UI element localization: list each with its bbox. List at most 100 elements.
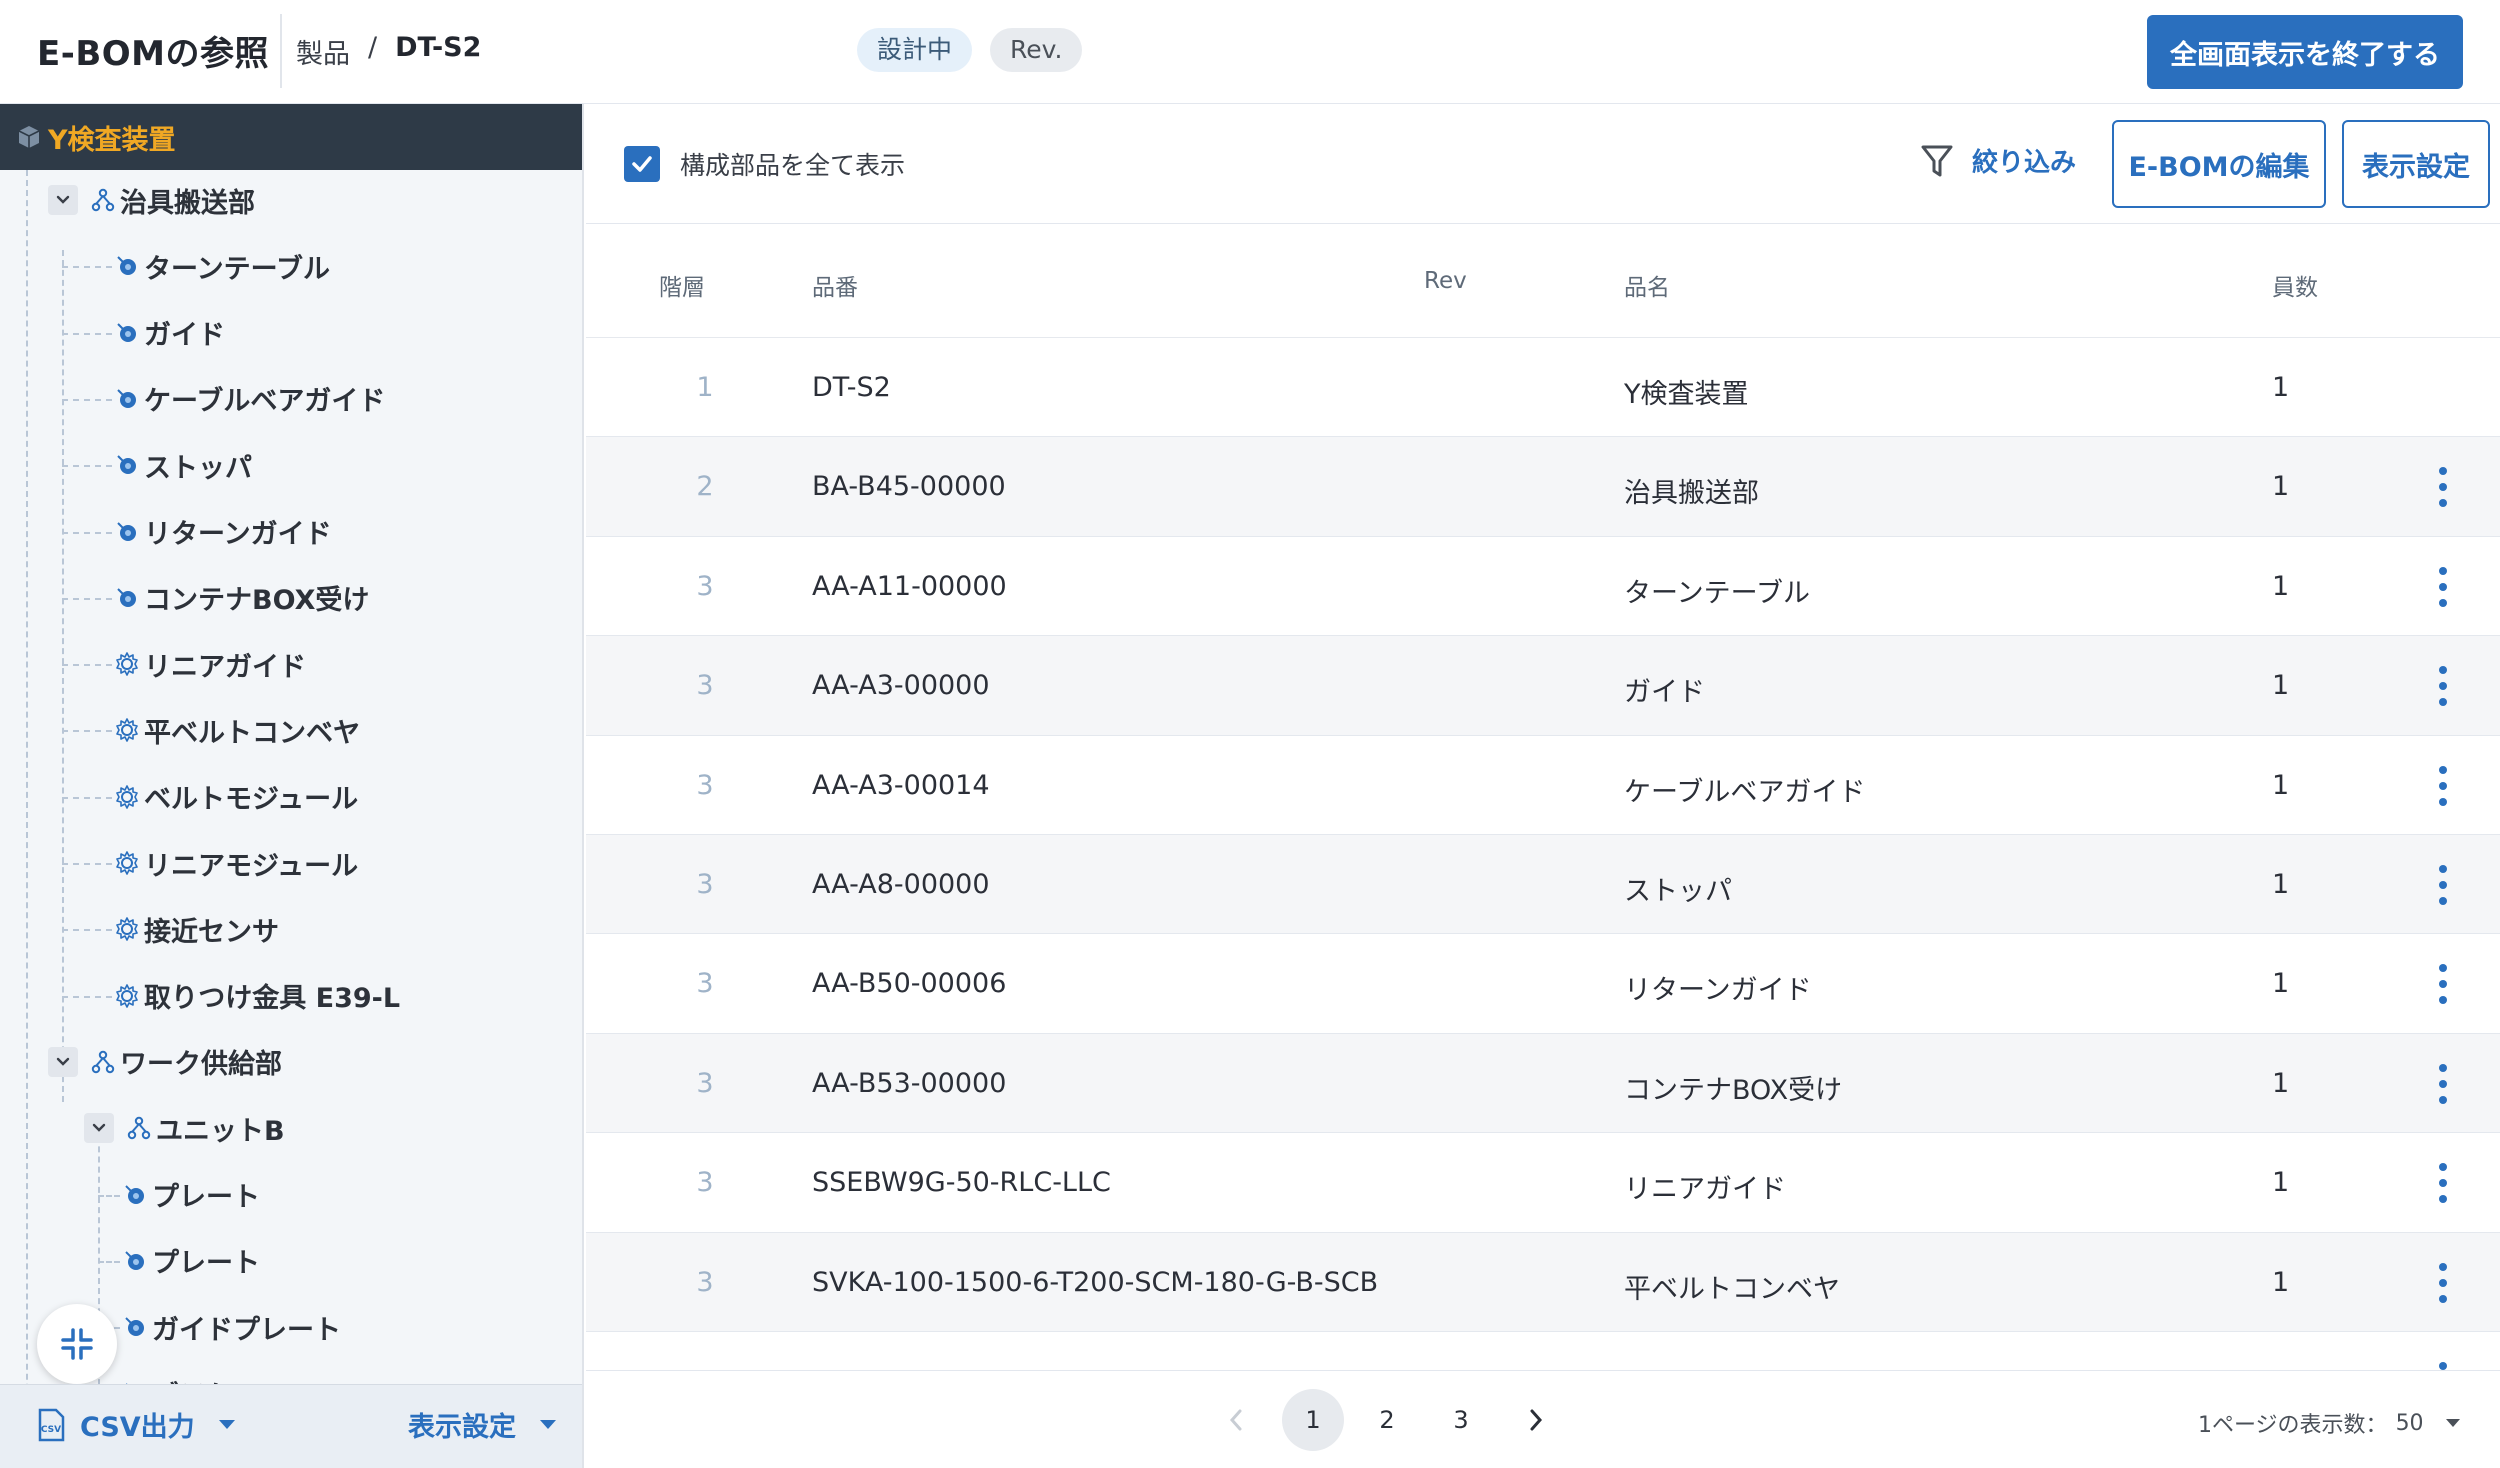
- display-settings-button[interactable]: 表示設定: [2342, 120, 2490, 208]
- cell-quantity: 1: [2272, 868, 2290, 900]
- purchased-part-gear-icon: [112, 914, 142, 944]
- prev-page-chevron-icon[interactable]: [1216, 1389, 1256, 1451]
- part-icon: [112, 318, 142, 348]
- bom-table: 階層 品番 Rev 品名 員数 1 DT-S2 Y検査装置 1 2 BA-B45-0000…: [586, 224, 2500, 1432]
- table-row[interactable]: 3 AA-A8-00000 ストッパ 1: [586, 834, 2500, 935]
- cell-level: 3: [696, 968, 714, 1000]
- table-row[interactable]: 1 DT-S2 Y検査装置 1: [586, 338, 2500, 438]
- part-icon: [112, 450, 142, 480]
- bom-tree-sidebar: Y検査装置 治具搬送部ターンテーブル ガイドケーブルベアガイド ストッパリターンガイ…: [0, 104, 584, 1468]
- row-menu-kebab-icon[interactable]: [2436, 964, 2450, 1005]
- table-row[interactable]: 2 BA-B45-00000 治具搬送部 1: [586, 437, 2500, 537]
- csv-file-icon: CSV: [38, 1408, 65, 1441]
- table-row[interactable]: 3 AA-B53-00000 コンテナBOX受け 1: [586, 1033, 2500, 1134]
- table-row[interactable]: 3 SSEBW9G-50-RLC-LLC リニアガイド 1: [586, 1133, 2500, 1233]
- cell-part-number: AA-A3-00000: [812, 670, 990, 702]
- page-1-button[interactable]: 1: [1282, 1389, 1344, 1451]
- main-panel: 構成部品を全て表示 絞り込み E-BOMの編集 表示設定 階層 品番 Rev 品…: [586, 104, 2500, 1468]
- table-row[interactable]: 3 AA-B50-00006 リターンガイド 1: [586, 934, 2500, 1034]
- row-menu-kebab-icon[interactable]: [2436, 467, 2450, 508]
- tree-root-label: Y検査装置: [48, 124, 176, 156]
- tree-item[interactable]: コンテナBOX受け: [112, 568, 369, 628]
- tree-item-label: ターンテーブル: [144, 253, 331, 285]
- cell-part-number: AA-B53-00000: [812, 1067, 1007, 1099]
- cell-part-name: リニアガイド: [1624, 1174, 1786, 1206]
- assembly-icon: [88, 185, 118, 215]
- filter-button[interactable]: 絞り込み: [1920, 142, 2076, 179]
- table-row[interactable]: 3 AA-A11-00000 ターンテーブル 1: [586, 537, 2500, 637]
- table-row[interactable]: 3 AA-A3-00000 ガイド 1: [586, 636, 2500, 736]
- cell-part-name: ターンテーブル: [1624, 577, 1811, 609]
- row-menu-kebab-icon[interactable]: [2436, 566, 2450, 607]
- svg-text:CSV: CSV: [41, 1425, 61, 1435]
- tree-connector-line: [62, 995, 112, 998]
- page-2-button[interactable]: 2: [1356, 1389, 1418, 1451]
- tree-item[interactable]: 治具搬送部: [48, 170, 255, 230]
- collapse-tree-button[interactable]: [37, 1304, 117, 1384]
- tree-item[interactable]: ケーブルベアガイド: [112, 369, 385, 429]
- purchased-part-gear-icon: [112, 782, 142, 812]
- tree-item[interactable]: リニアモジュール: [112, 833, 358, 893]
- row-menu-kebab-icon[interactable]: [2436, 1163, 2450, 1204]
- table-row[interactable]: 3 SVKA-100-1500-6-T200-SCM-180-G-B-SCB 平ベル…: [586, 1232, 2500, 1332]
- tree-item[interactable]: プレート: [120, 1165, 260, 1225]
- page-3-button[interactable]: 3: [1430, 1389, 1492, 1451]
- exit-fullscreen-button[interactable]: 全画面表示を終了する: [2147, 15, 2463, 89]
- tree-item[interactable]: ユニットB: [84, 1098, 285, 1158]
- tree-expand-chevron-icon[interactable]: [48, 1046, 78, 1077]
- cell-quantity: 1: [2272, 1266, 2290, 1298]
- tree-item[interactable]: リニアガイド: [112, 634, 306, 694]
- row-menu-kebab-icon[interactable]: [2436, 1063, 2450, 1104]
- tree-item[interactable]: プレート: [120, 1231, 260, 1291]
- tree-item[interactable]: ストッパ: [112, 435, 252, 495]
- row-menu-kebab-icon[interactable]: [2436, 864, 2450, 905]
- rows-per-page-select[interactable]: 1ページの表示数： 50: [2198, 1407, 2460, 1439]
- tree-item-label: ストッパ: [144, 452, 252, 484]
- row-menu-kebab-icon[interactable]: [2436, 765, 2450, 806]
- tree-expand-chevron-icon[interactable]: [84, 1113, 114, 1144]
- tree-item[interactable]: ターンテーブル: [112, 236, 330, 296]
- tree-connector-line: [62, 597, 112, 600]
- table-row[interactable]: 3 AA-A3-00014 ケーブルベアガイド 1: [586, 736, 2500, 835]
- tree-item[interactable]: 接近センサ: [112, 899, 279, 959]
- tree-expand-chevron-icon[interactable]: [48, 185, 78, 215]
- cell-quantity: 1: [2272, 670, 2290, 702]
- tree-item-label: リターンガイド: [144, 519, 332, 550]
- tree-item-label: ケーブルベアガイド: [144, 386, 386, 418]
- tree-item-label: ベルトモジュール: [144, 784, 359, 816]
- column-header-rev[interactable]: Rev: [1424, 268, 1467, 294]
- column-header-level[interactable]: 階層: [659, 268, 705, 302]
- tree-item-label: 接近センサ: [144, 916, 279, 948]
- purchased-part-gear-icon: [112, 715, 142, 745]
- column-header-part-number[interactable]: 品番: [812, 268, 858, 302]
- csv-export-button[interactable]: CSV CSV出力: [36, 1405, 235, 1444]
- show-all-checkbox[interactable]: [624, 146, 660, 182]
- column-header-quantity[interactable]: 員数: [2272, 268, 2318, 302]
- sidebar-display-settings-button[interactable]: 表示設定: [408, 1405, 556, 1444]
- rows-per-page-caret-icon: [2445, 1419, 2460, 1427]
- tree-item[interactable]: ベルトモジュール: [112, 767, 358, 827]
- purchased-part-gear-icon: [112, 649, 142, 679]
- tree-item-label: リニアガイド: [144, 651, 306, 683]
- tree-item-label: ガイド: [144, 320, 225, 352]
- edit-ebom-button[interactable]: E-BOMの編集: [2112, 120, 2326, 208]
- cell-part-name: ストッパ: [1624, 875, 1732, 907]
- tree-item[interactable]: 取りつけ金具 E39-L: [112, 966, 400, 1026]
- tree-root[interactable]: Y検査装置: [0, 104, 582, 170]
- show-all-components-toggle[interactable]: 構成部品を全て表示: [624, 146, 905, 182]
- tree-item[interactable]: ワーク供給部: [48, 1032, 282, 1092]
- row-menu-kebab-icon[interactable]: [2436, 666, 2450, 707]
- breadcrumb-products[interactable]: 製品: [296, 32, 350, 71]
- rows-per-page-label: 1ページの表示数：: [2198, 1413, 2388, 1438]
- part-icon: [120, 1312, 150, 1342]
- part-icon: [112, 517, 142, 547]
- tree-item[interactable]: 平ベルトコンベヤ: [112, 700, 360, 760]
- tree-item[interactable]: リターンガイド: [112, 502, 332, 562]
- cell-level: 3: [696, 1266, 714, 1298]
- tree-item[interactable]: ガイドプレート: [120, 1297, 341, 1357]
- column-header-part-name[interactable]: 品名: [1624, 268, 1670, 302]
- tree-connector-line: [62, 250, 64, 1102]
- tree-item[interactable]: ガイド: [112, 303, 225, 363]
- row-menu-kebab-icon[interactable]: [2436, 1262, 2450, 1303]
- next-page-chevron-icon[interactable]: [1516, 1389, 1556, 1451]
